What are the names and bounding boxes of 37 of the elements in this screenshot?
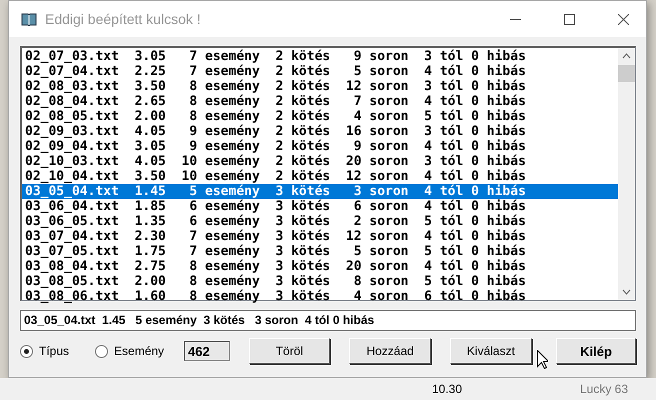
list-row[interactable]: 03_06_05.txt 1.35 6 esemény 3 kötés 2 soron 5 tól 0 hibás: [22, 214, 618, 229]
list-row[interactable]: 03_07_05.txt 1.75 7 esemény 3 kötés 5 soron 5 tól 0 hibás: [22, 244, 618, 259]
radio-button[interactable]: [20, 344, 33, 358]
mouse-pointer-icon: [536, 350, 548, 368]
scroll-thumb[interactable]: [618, 65, 635, 82]
count-field: 462: [184, 341, 230, 361]
radio-button[interactable]: [95, 344, 108, 358]
time-text: 10.30: [432, 382, 462, 396]
list-row[interactable]: 02_10_03.txt 4.05 10 esemény 2 kötés 20 soron 3 tól 0 hibás: [22, 154, 618, 169]
minimize-icon[interactable]: [510, 18, 520, 20]
book-icon: [21, 12, 37, 26]
list-row[interactable]: 02_08_04.txt 2.65 8 esemény 2 kötés 7 soron 4 tól 0 hibás: [22, 94, 618, 109]
list-row[interactable]: 02_10_04.txt 3.50 10 esemény 2 kötés 12 soron 4 tól 0 hibás: [22, 169, 618, 184]
list-row[interactable]: 02_07_04.txt 2.25 7 esemény 2 kötés 5 soron 4 tól 0 hibás: [22, 64, 618, 79]
list-row[interactable]: 02_07_03.txt 3.05 7 esemény 2 kötés 9 soron 3 tól 0 hibás: [22, 49, 618, 64]
list-row[interactable]: 03_08_06.txt 1.60 8 esemény 3 kötés 4 soron 6 tól 0 hibás: [22, 289, 618, 304]
list-row[interactable]: 02_09_03.txt 4.05 9 esemény 2 kötés 16 soron 3 tól 0 hibás: [22, 124, 618, 139]
list-row[interactable]: 03_07_04.txt 2.30 7 esemény 3 kötés 12 soron 4 tól 0 hibás: [22, 229, 618, 244]
detail-field[interactable]: 03_05_04.txt 1.45 5 esemény 3 kötés 3 soron 4 tól 0 hibás: [20, 310, 636, 331]
list-row[interactable]: 03_08_04.txt 2.75 8 esemény 3 kötés 20 soron 4 tól 0 hibás: [22, 259, 618, 274]
dialog-button[interactable]: Töröl: [248, 338, 330, 364]
background-label: Lucky 63: [580, 382, 628, 396]
close-icon[interactable]: [618, 14, 628, 24]
list-row[interactable]: 02_08_05.txt 2.00 8 esemény 2 kötés 4 soron 5 tól 0 hibás: [22, 109, 618, 124]
dialog-button[interactable]: Kiválaszt: [450, 338, 532, 364]
maximize-icon[interactable]: [564, 14, 574, 24]
list-row[interactable]: 03_06_04.txt 1.85 6 esemény 3 kötés 6 soron 4 tól 0 hibás: [22, 199, 618, 214]
scrollbar[interactable]: [618, 48, 635, 300]
radio-label[interactable]: Típus: [39, 344, 70, 358]
radio-label[interactable]: Esemény: [114, 344, 164, 358]
list-row[interactable]: 03_08_05.txt 2.00 8 esemény 3 kötés 8 soron 5 tól 0 hibás: [22, 274, 618, 289]
window-title: Eddigi beépített kulcsok !: [45, 11, 202, 27]
list-row[interactable]: 02_08_03.txt 3.50 8 esemény 2 kötés 12 soron 3 tól 0 hibás: [22, 79, 618, 94]
dialog-button[interactable]: Hozzáad: [349, 338, 432, 364]
dialog-button[interactable]: Kilép: [556, 338, 636, 364]
list-row[interactable]: 02_09_04.txt 3.05 9 esemény 2 kötés 9 soron 4 tól 0 hibás: [22, 139, 618, 154]
list-row[interactable]: 03_05_04.txt 1.45 5 esemény 3 kötés 3 soron 4 tól 0 hibás: [22, 184, 618, 199]
